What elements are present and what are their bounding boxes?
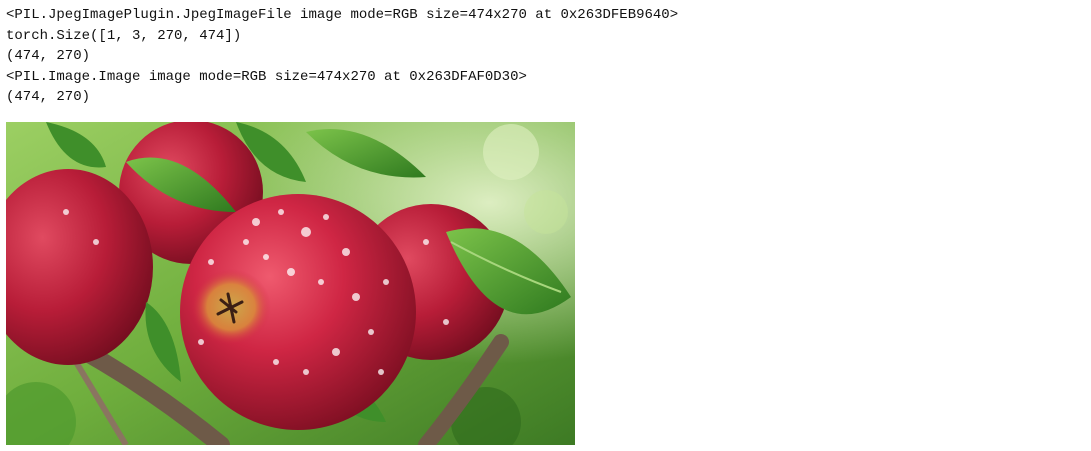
stdout-line: torch.Size([1, 3, 270, 474]) bbox=[6, 27, 242, 44]
apples-photo-illustration bbox=[6, 122, 575, 445]
output-image-apples bbox=[6, 122, 575, 445]
stdout-line: <PIL.JpegImagePlugin.JpegImageFile image… bbox=[6, 7, 679, 23]
stdout-line: <PIL.Image.Image image mode=RGB size=474… bbox=[6, 68, 527, 85]
stdout-line: (474, 270) bbox=[6, 48, 91, 64]
stdout-line: (474, 270) bbox=[6, 89, 91, 105]
stdout-text: <PIL.JpegImagePlugin.JpegImageFile image… bbox=[6, 5, 678, 108]
notebook-output-area: <PIL.JpegImagePlugin.JpegImageFile image… bbox=[0, 0, 1091, 451]
